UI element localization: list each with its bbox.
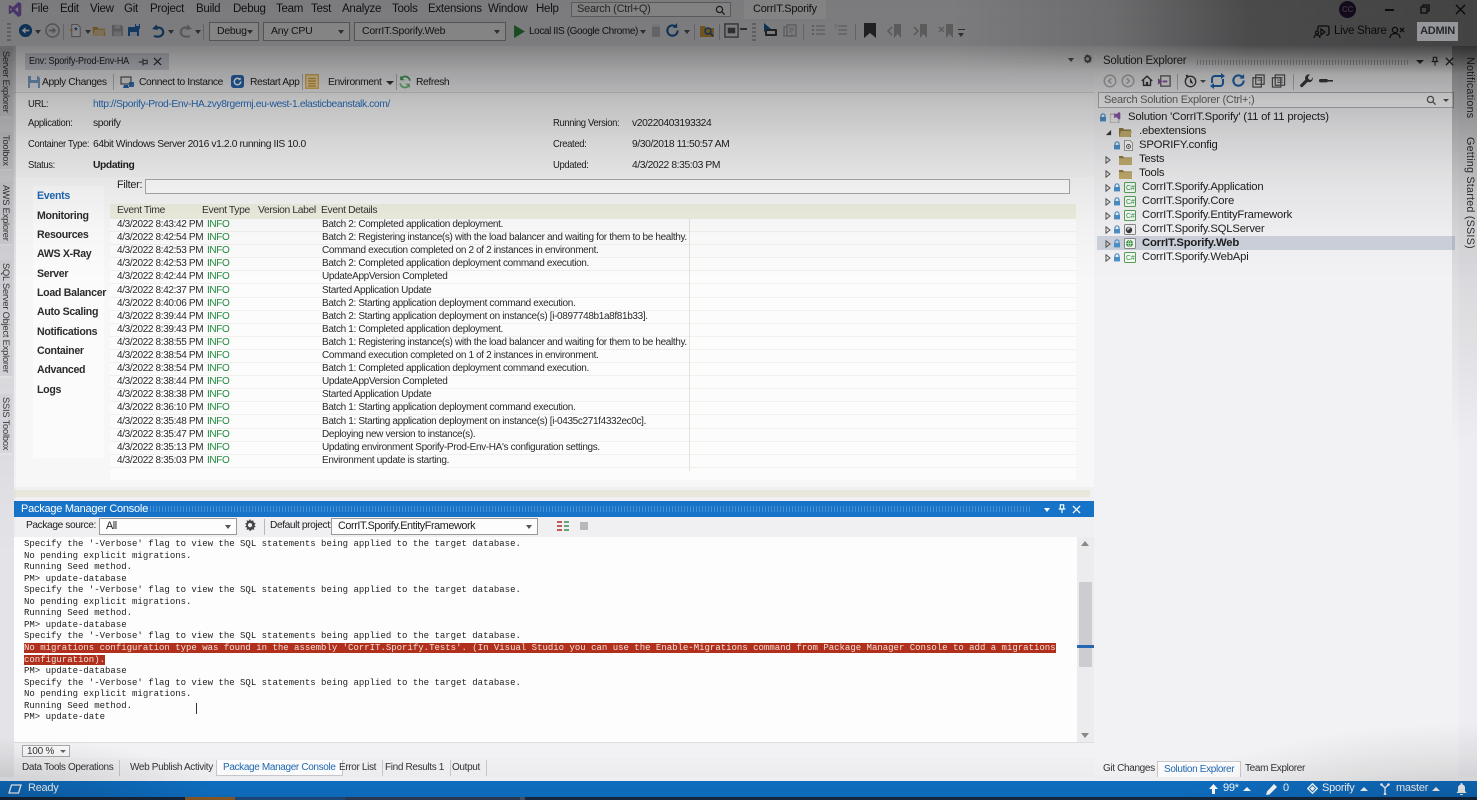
svg-text:?: ? xyxy=(834,25,838,31)
svg-text:C#: C# xyxy=(1126,255,1135,262)
svg-text:C#: C# xyxy=(1126,213,1135,220)
svg-text:C#: C# xyxy=(1126,185,1135,192)
svg-text:C#: C# xyxy=(1126,199,1135,206)
